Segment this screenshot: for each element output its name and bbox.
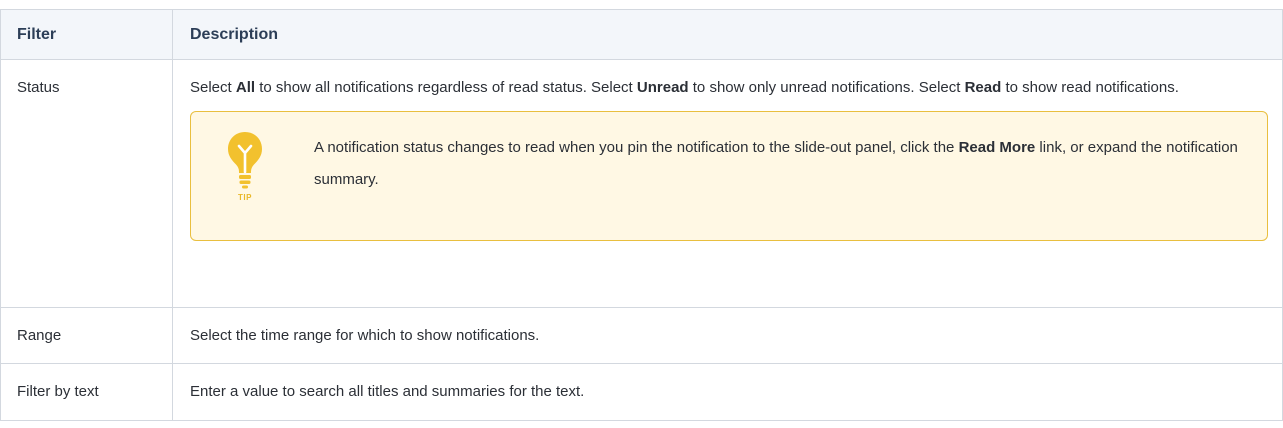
filter-name-text: Filter by text — [0, 363, 173, 421]
text-segment: to show read notifications. — [1001, 79, 1179, 96]
tip-icon-container: TIP — [225, 131, 265, 211]
filter-table-container: Filter Description Status Select All to … — [0, 9, 1283, 421]
bold-term-read: Read — [964, 79, 1002, 96]
header-description: Description — [172, 9, 1283, 60]
tip-label: TIP — [238, 193, 252, 202]
text-segment: to show all notifications regardless of … — [255, 79, 637, 96]
table-row: Status Select All to show all notificati… — [0, 59, 1283, 308]
header-filter: Filter — [0, 9, 173, 60]
bold-term-all: All — [235, 79, 256, 96]
filter-table: Filter Description Status Select All to … — [0, 9, 1283, 421]
text-segment: A notification status changes to read wh… — [314, 139, 959, 156]
bold-term-unread: Unread — [636, 79, 689, 96]
bold-term-read-more: Read More — [958, 139, 1036, 156]
filter-name-status: Status — [0, 59, 173, 308]
table-row: Range Select the time range for which to… — [0, 307, 1283, 364]
status-description-text: Select All to show all notifications reg… — [190, 73, 1268, 103]
tip-text: A notification status changes to read wh… — [314, 132, 1247, 196]
filter-name-range: Range — [0, 307, 173, 364]
filter-description-range: Select the time range for which to show … — [172, 307, 1283, 364]
filter-description-text: Enter a value to search all titles and s… — [172, 363, 1283, 421]
table-header-row: Filter Description — [0, 9, 1283, 60]
tip-callout: TIP A notification status changes to rea… — [190, 111, 1268, 241]
lightbulb-icon — [228, 132, 262, 189]
table-row: Filter by text Enter a value to search a… — [0, 363, 1283, 421]
text-segment: Select — [190, 79, 236, 96]
text-segment: to show only unread notifications. Selec… — [688, 79, 965, 96]
filter-description-status: Select All to show all notifications reg… — [172, 59, 1283, 308]
